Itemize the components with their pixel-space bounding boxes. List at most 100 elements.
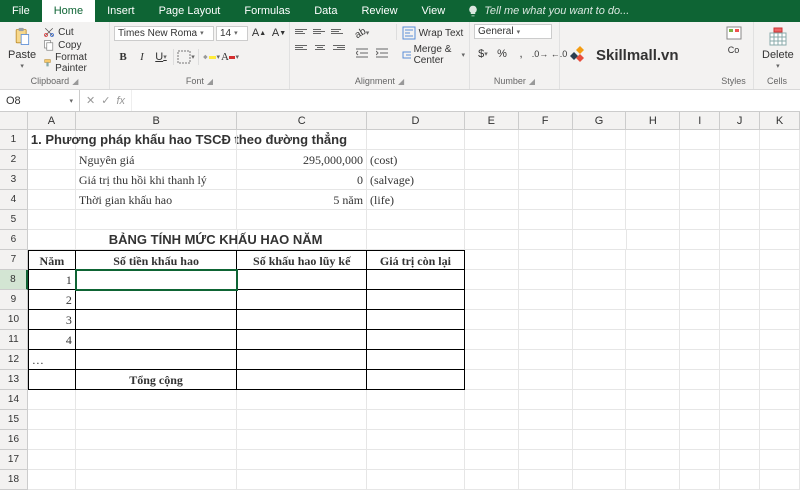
cell[interactable] — [519, 230, 573, 250]
cell[interactable] — [680, 270, 720, 290]
cell[interactable] — [465, 350, 519, 370]
cell[interactable]: 2 — [28, 290, 76, 310]
row-header[interactable]: 13 — [0, 370, 28, 390]
delete-button[interactable]: Delete ▾ — [758, 24, 798, 72]
dialog-launcher-icon[interactable]: ◢ — [207, 77, 213, 86]
cell[interactable] — [465, 390, 519, 410]
cell[interactable] — [720, 450, 760, 470]
cell[interactable] — [720, 470, 760, 490]
cell[interactable] — [465, 230, 519, 250]
formula-input[interactable] — [132, 90, 800, 111]
cell[interactable]: (salvage) — [367, 170, 465, 190]
cell[interactable] — [680, 150, 720, 170]
cell[interactable] — [367, 210, 465, 230]
cell[interactable] — [519, 150, 573, 170]
cell[interactable] — [76, 130, 238, 150]
cell[interactable] — [680, 310, 720, 330]
cell[interactable] — [465, 290, 519, 310]
cell[interactable]: Số tiền khấu hao — [76, 250, 238, 270]
cell[interactable] — [519, 270, 573, 290]
cell[interactable] — [28, 450, 76, 470]
row-header[interactable]: 6 — [0, 230, 28, 250]
cell[interactable] — [626, 210, 680, 230]
cell[interactable] — [626, 150, 680, 170]
cell[interactable] — [573, 230, 627, 250]
fill-color-button[interactable]: ▾ — [202, 48, 220, 66]
cell[interactable] — [237, 470, 367, 490]
cell[interactable] — [626, 130, 680, 150]
cell[interactable] — [237, 310, 367, 330]
cell[interactable] — [680, 330, 720, 350]
row-header[interactable]: 3 — [0, 170, 28, 190]
cell[interactable]: Số khấu hao lũy kế — [237, 250, 367, 270]
col-header[interactable]: E — [465, 112, 519, 130]
cell[interactable] — [28, 470, 76, 490]
cell[interactable] — [28, 150, 76, 170]
cell[interactable] — [680, 230, 720, 250]
cell[interactable] — [720, 230, 760, 250]
cell[interactable] — [76, 290, 238, 310]
cell[interactable] — [626, 270, 680, 290]
increase-font-button[interactable]: A▲ — [250, 24, 268, 42]
cell[interactable] — [28, 230, 76, 250]
cell[interactable] — [573, 470, 627, 490]
font-size-combo[interactable]: 14▾ — [216, 26, 248, 41]
cell[interactable] — [626, 250, 680, 270]
cell[interactable] — [720, 290, 760, 310]
bold-button[interactable]: B — [114, 48, 132, 66]
cell[interactable] — [28, 190, 76, 210]
cell[interactable] — [573, 130, 627, 150]
cell[interactable] — [237, 390, 367, 410]
cell[interactable] — [519, 410, 573, 430]
cell[interactable] — [573, 450, 627, 470]
cell[interactable] — [720, 410, 760, 430]
cell[interactable] — [519, 170, 573, 190]
row-header[interactable]: 10 — [0, 310, 28, 330]
cell[interactable] — [573, 370, 627, 390]
cell[interactable]: 1 — [28, 270, 76, 290]
dialog-launcher-icon[interactable]: ◢ — [72, 77, 78, 86]
cell[interactable] — [760, 130, 800, 150]
cell[interactable] — [626, 170, 680, 190]
cell[interactable] — [237, 410, 367, 430]
cell[interactable] — [519, 130, 573, 150]
cell[interactable] — [626, 470, 680, 490]
cell[interactable] — [626, 450, 680, 470]
conditional-formatting-button[interactable] — [725, 24, 743, 42]
row-header[interactable]: 18 — [0, 470, 28, 490]
cell[interactable] — [760, 410, 800, 430]
col-header[interactable]: H — [626, 112, 680, 130]
cell[interactable]: BẢNG TÍNH MỨC KHẤU HAO NĂM — [76, 230, 238, 250]
row-header[interactable]: 1 — [0, 130, 28, 150]
cell[interactable] — [367, 410, 465, 430]
cell[interactable] — [367, 450, 465, 470]
col-header[interactable]: F — [519, 112, 573, 130]
cell[interactable] — [237, 450, 367, 470]
cell[interactable] — [28, 410, 76, 430]
cell[interactable] — [465, 270, 519, 290]
cell[interactable] — [573, 190, 627, 210]
cell[interactable] — [720, 430, 760, 450]
cell[interactable] — [76, 210, 238, 230]
cell[interactable] — [28, 430, 76, 450]
cell[interactable]: 5 năm — [237, 190, 367, 210]
tab-insert[interactable]: Insert — [95, 0, 147, 22]
col-header[interactable]: J — [720, 112, 760, 130]
cell[interactable] — [720, 370, 760, 390]
cell[interactable]: Giá trị còn lại — [367, 250, 465, 270]
cell[interactable] — [760, 250, 800, 270]
cell[interactable] — [626, 410, 680, 430]
cell[interactable] — [573, 330, 627, 350]
cell[interactable] — [720, 170, 760, 190]
cell[interactable]: … — [28, 350, 76, 370]
cell[interactable] — [680, 370, 720, 390]
cell[interactable]: (cost) — [367, 150, 465, 170]
accounting-format-button[interactable]: $▾ — [474, 45, 492, 63]
cell[interactable] — [76, 430, 238, 450]
cell[interactable] — [237, 330, 367, 350]
copy-button[interactable]: Copy — [43, 39, 105, 51]
cell[interactable] — [760, 350, 800, 370]
font-name-combo[interactable]: Times New Roma▾ — [114, 26, 214, 41]
row-header[interactable]: 5 — [0, 210, 28, 230]
cell[interactable] — [465, 470, 519, 490]
